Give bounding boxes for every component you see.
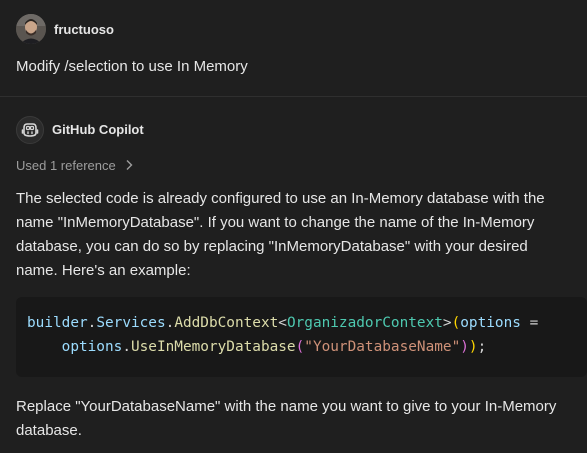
code-token: .	[165, 315, 175, 331]
code-token: )	[468, 339, 478, 355]
copilot-avatar	[16, 116, 44, 144]
copilot-name: GitHub Copilot	[52, 122, 144, 137]
code-token: .	[122, 339, 131, 355]
code-block[interactable]: builder.Services.AddDbContext<Organizado…	[16, 297, 587, 377]
code-token: Services	[96, 315, 166, 331]
response-paragraph-2: Replace "YourDatabaseName" with the name…	[16, 398, 557, 439]
code-token: UseInMemoryDatabase	[130, 339, 296, 355]
chevron-right-icon	[126, 160, 133, 170]
code-token: >	[442, 315, 452, 331]
code-token: ;	[477, 339, 487, 355]
copilot-icon	[21, 123, 39, 137]
user-avatar-icon	[16, 14, 46, 44]
code-token: options	[61, 339, 123, 355]
chat-panel: fructuoso Modify /selection to use In Me…	[0, 0, 587, 453]
code-token: <	[278, 315, 287, 331]
user-avatar[interactable]	[16, 14, 46, 44]
code-token: builder	[27, 315, 88, 331]
copilot-message: GitHub Copilot Used 1 reference The sele…	[0, 97, 587, 453]
code-token: =	[520, 315, 539, 331]
code-content: builder.Services.AddDbContext<Organizado…	[27, 311, 538, 359]
code-token: options	[460, 315, 521, 331]
user-message-text: Modify /selection to use In Memory	[16, 58, 248, 75]
used-references-label: Used 1 reference	[16, 157, 116, 173]
code-token: (	[295, 339, 305, 355]
code-token: )	[460, 339, 469, 355]
code-token: (	[451, 315, 461, 331]
used-references-toggle[interactable]: Used 1 reference	[16, 157, 134, 173]
code-token: "YourDatabaseName"	[304, 339, 461, 355]
response-paragraph: The selected code is already configured …	[16, 190, 545, 279]
user-name: fructuoso	[54, 22, 114, 37]
code-token: OrganizadorContext	[286, 315, 443, 331]
user-message: fructuoso Modify /selection to use In Me…	[0, 0, 587, 97]
code-token: AddDbContext	[174, 315, 279, 331]
